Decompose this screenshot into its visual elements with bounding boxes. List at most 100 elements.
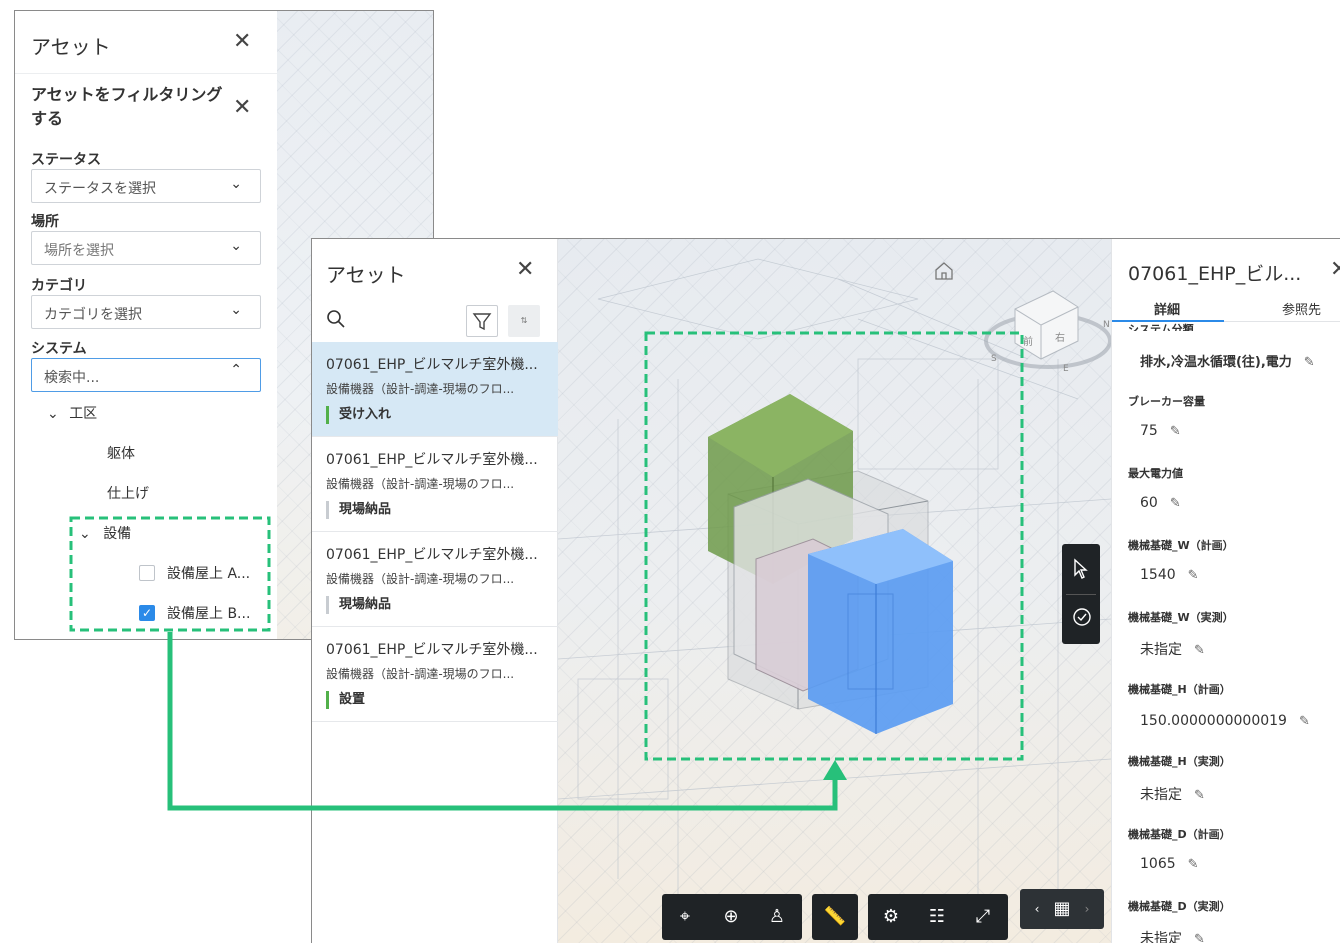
system-dropdown: ⌄ 工区 躯体 仕上げ ⌄ 設備 設備屋上 A... ✓ 設備屋上 B... [31,395,277,639]
ruler-icon[interactable]: 📏 [822,904,848,930]
focus-icon[interactable]: ⌖ [672,904,698,930]
location-select-value: 場所を選択 [44,243,114,259]
asset-list-item[interactable]: 07061_EHP_ビルマルチ室外機... 設備機器（設計-調達-現場のフロ..… [312,627,558,722]
search-icon[interactable] [326,309,346,329]
checkbox-setsubi-b[interactable]: ✓ [139,605,155,621]
asset-subtitle: 設備機器（設計-調達-現場のフロ... [326,572,515,586]
select-cursor-icon[interactable] [1071,558,1091,580]
tree-child-a[interactable]: 設備屋上 A... [167,563,250,583]
tree-child-b[interactable]: 設備屋上 B... [167,603,250,623]
chevron-down-icon: ⌄ [47,406,59,422]
tree-group-setsubi[interactable]: ⌄ 設備 [79,523,131,543]
chevron-left-icon[interactable]: ‹ [1024,896,1050,922]
pencil-icon[interactable]: ✎ [1188,568,1199,583]
asset-list-item[interactable]: 07061_EHP_ビルマルチ室外機... 設備機器（設計-調達-現場のフロ..… [312,342,558,437]
asset-panel-title: アセット [326,263,406,287]
system-value-text: 排水,冷温水循環(往),電力 [1140,355,1292,370]
pencil-icon[interactable]: ✎ [1194,643,1205,658]
status-badge: 受け入れ [326,406,391,424]
close-filter-icon[interactable]: ✕ [233,95,251,120]
checkbox-setsubi-a[interactable] [139,565,155,581]
chevron-down-icon: ⌄ [79,526,91,542]
tree-group-label: 設備 [103,526,132,542]
status-badge: 設置 [326,691,365,709]
asset-subtitle: 設備機器（設計-調達-現場のフロ... [326,667,515,681]
3d-viewer[interactable]: 前 右 S E N ⌖ ⊕ ♙ 📏 ⚙ ☷ ⤢ ‹ ▦ › [558,239,1111,943]
field-value-text: 未指定 [1140,642,1182,658]
close-icon[interactable]: ✕ [1330,257,1340,282]
properties-panel: 07061_EHP_ビル... ✕ 詳細 参照先 システム分類 排水,冷温水循環… [1111,239,1340,943]
divider [1224,321,1340,322]
field-value: 1065 ✎ [1140,856,1199,872]
tree-root-label: 工区 [69,406,98,422]
measure-toolbar: 📏 [812,894,858,940]
field-value: 60 ✎ [1140,495,1181,511]
side-toolbar [1062,544,1100,644]
system-search-input[interactable]: 検索中... ⌃ [31,358,261,392]
status-badge: 現場納品 [326,596,391,614]
system-search-text: 検索中... [44,370,100,386]
asset-list-item[interactable]: 07061_EHP_ビルマルチ室外機... 設備機器（設計-調達-現場のフロ..… [312,437,558,532]
close-icon[interactable]: ✕ [233,29,251,54]
sort-button[interactable]: ⇅ [508,305,540,337]
status-select[interactable]: ステータスを選択 ⌄ [31,169,261,203]
asset-window: アセット ✕ ⇅ 07061_EHP_ビルマルチ室外機... 設備機器（設計-調… [311,238,1340,943]
asset-name: 07061_EHP_ビルマルチ室外機... [326,547,538,563]
field-label-system: システム分類 [1128,323,1194,331]
field-value-text: 1065 [1140,856,1176,872]
field-value: 150.0000000000019 ✎ [1140,713,1310,729]
chevron-down-icon: ⌄ [230,176,242,192]
asset-name: 07061_EHP_ビルマルチ室外機... [326,642,538,658]
status-label: ステータス [31,152,101,168]
close-icon[interactable]: ✕ [516,257,534,282]
tree-item-kutai[interactable]: 躯体 [107,443,135,463]
model-browser-icon[interactable]: ☷ [924,904,950,930]
compass-s: S [991,354,997,364]
home-icon[interactable] [935,262,953,280]
field-value: 75 ✎ [1140,423,1181,439]
zoom-window-icon[interactable]: ⊕ [718,904,744,930]
model-scene: 前 右 S E N [558,258,1111,919]
navigation-toolbar: ⌖ ⊕ ♙ [662,894,802,940]
filter-panel: アセット ✕ アセットをフィルタリングする ✕ ステータス ステータスを選択 ⌄… [15,11,277,639]
asset-list-panel: アセット ✕ ⇅ 07061_EHP_ビルマルチ室外機... 設備機器（設計-調… [312,239,558,943]
field-label: 機械基礎_W（計画） [1128,539,1234,552]
filter-button[interactable] [466,305,498,337]
status-badge: 現場納品 [326,501,391,519]
tree-item-shiage[interactable]: 仕上げ [107,483,149,503]
pencil-icon[interactable]: ✎ [1170,496,1181,511]
field-value: 1540 ✎ [1140,567,1199,583]
first-person-icon[interactable]: ♙ [764,904,790,930]
field-value-text: 未指定 [1140,931,1182,943]
tree-root[interactable]: ⌄ 工区 [47,403,97,423]
field-value-text: 60 [1140,495,1158,511]
pencil-icon[interactable]: ✎ [1188,857,1199,872]
pencil-icon[interactable]: ✎ [1194,788,1205,803]
pencil-icon[interactable]: ✎ [1194,932,1205,943]
location-select[interactable]: 場所を選択 ⌄ [31,231,261,265]
pencil-icon[interactable]: ✎ [1170,424,1181,439]
asset-list-item[interactable]: 07061_EHP_ビルマルチ室外機... 設備機器（設計-調達-現場のフロ..… [312,532,558,627]
gear-icon[interactable]: ⚙ [878,904,904,930]
viewcube[interactable]: 前 右 S E N [984,290,1111,374]
grid-icon[interactable]: ▦ [1049,896,1075,922]
location-label: 場所 [31,214,59,230]
field-label: 機械基礎_H（実測） [1128,755,1231,768]
tab-details[interactable]: 詳細 [1154,299,1180,318]
settings-toolbar: ⚙ ☷ ⤢ [868,894,1008,940]
chevron-right-icon[interactable]: › [1074,896,1100,922]
asset-subtitle: 設備機器（設計-調達-現場のフロ... [326,382,515,396]
field-label: 機械基礎_D（計画） [1128,828,1231,841]
fullscreen-icon[interactable]: ⤢ [970,904,996,930]
category-select[interactable]: カテゴリを選択 ⌄ [31,295,261,329]
divider [15,73,277,74]
tab-references[interactable]: 参照先 [1282,299,1321,318]
pencil-icon[interactable]: ✎ [1304,355,1315,370]
check-circle-icon[interactable] [1071,606,1093,628]
field-value: 未指定 ✎ [1140,639,1205,659]
filter-icon [472,313,492,331]
field-label: 機械基礎_W（実測） [1128,611,1234,624]
pencil-icon[interactable]: ✎ [1299,714,1310,729]
field-value: 未指定 ✎ [1140,784,1205,804]
field-value-text: 150.0000000000019 [1140,713,1287,729]
